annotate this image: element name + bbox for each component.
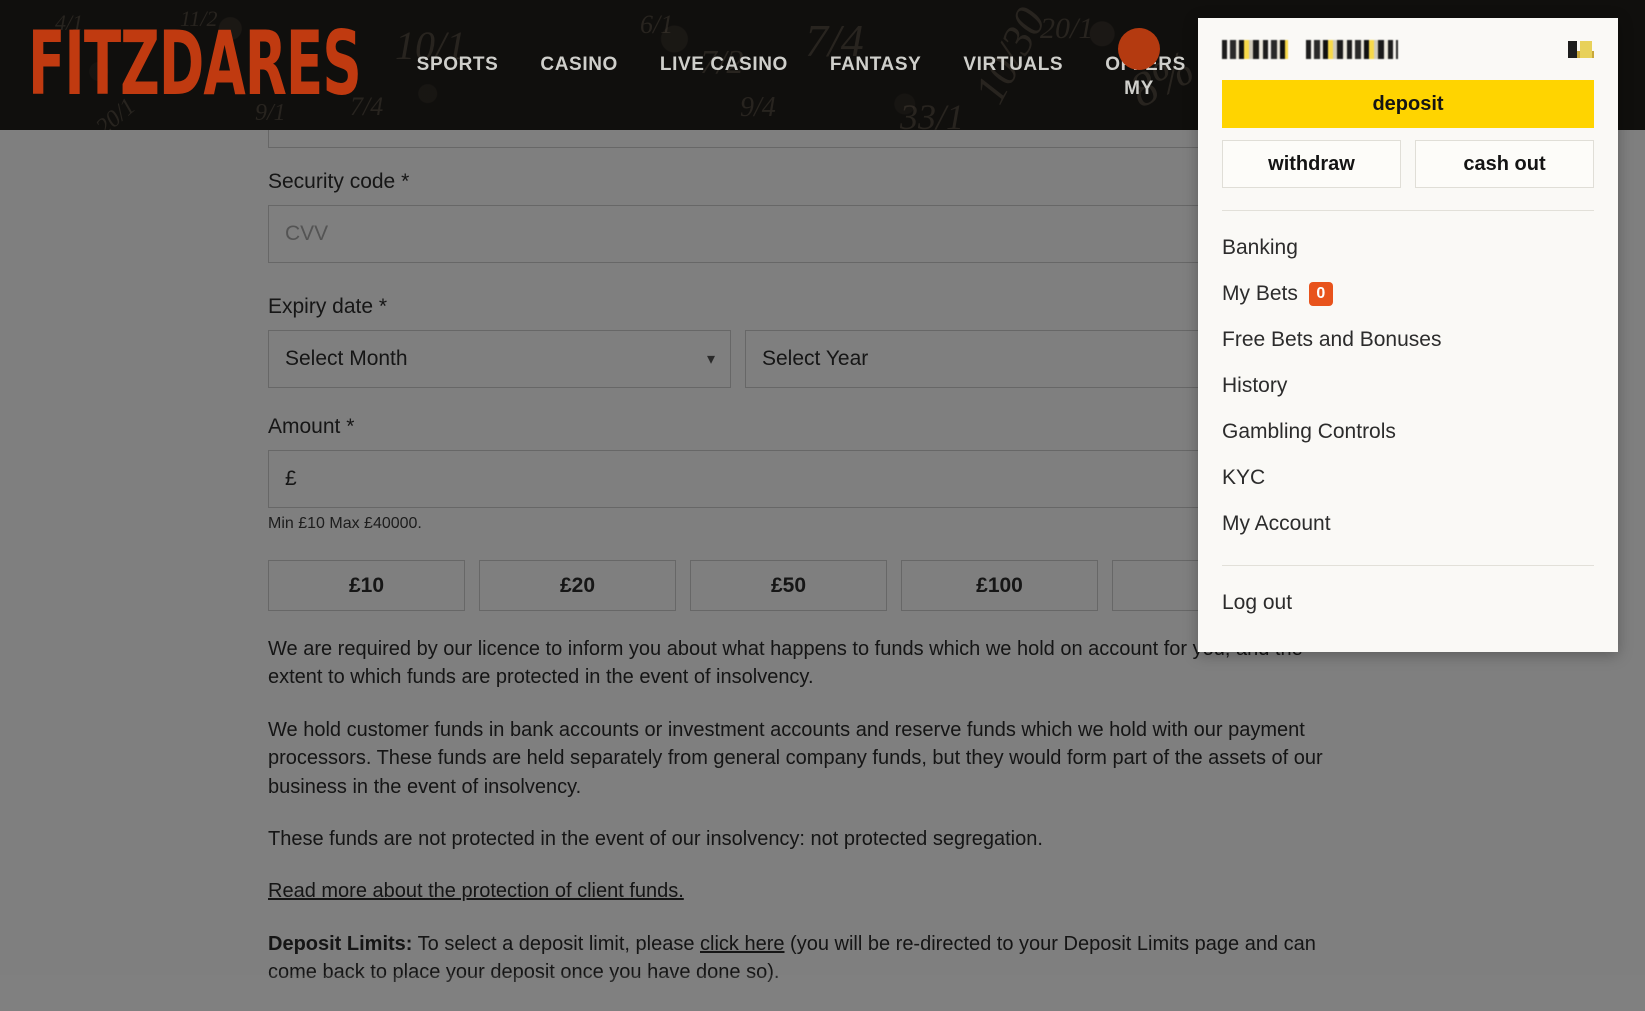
nav-item-casino[interactable]: CASINO [540, 54, 618, 76]
cash-out-button[interactable]: cash out [1415, 140, 1594, 188]
avatar[interactable] [1118, 28, 1160, 70]
account-identity [1222, 40, 1398, 59]
withdraw-button[interactable]: withdraw [1222, 140, 1401, 188]
account-nav-cluster[interactable]: MY [1118, 28, 1160, 100]
redacted-icon[interactable] [1568, 41, 1594, 58]
withdraw-cashout-row: withdraw cash out [1222, 140, 1594, 188]
fitzdares-logo[interactable]: FITZDARES [28, 21, 361, 109]
panel-item-label: Free Bets and Bonuses [1222, 328, 1441, 352]
panel-item-free-bets-and-bonuses[interactable]: Free Bets and Bonuses [1222, 317, 1594, 363]
panel-item-gambling-controls[interactable]: Gambling Controls [1222, 409, 1594, 455]
panel-item-label: My Account [1222, 512, 1331, 536]
panel-item-label: Gambling Controls [1222, 420, 1396, 444]
page-root: Security code * CVV Expiry date * Select… [0, 0, 1645, 975]
panel-item-label: Banking [1222, 236, 1298, 260]
panel-item-my-bets[interactable]: My Bets 0 [1222, 271, 1594, 317]
panel-divider-bottom [1222, 565, 1594, 566]
balance-redacted [1306, 40, 1398, 59]
panel-item-history[interactable]: History [1222, 363, 1594, 409]
username-redacted [1222, 40, 1288, 59]
panel-item-label: My Bets [1222, 282, 1298, 306]
panel-item-label: KYC [1222, 466, 1265, 490]
panel-divider-top [1222, 210, 1594, 211]
main-nav: FITZDARES SPORTS CASINO LIVE CASINO FANT… [0, 0, 1186, 130]
panel-item-label: Log out [1222, 591, 1292, 615]
panel-item-log-out[interactable]: Log out [1222, 580, 1594, 626]
nav-item-fantasy[interactable]: FANTASY [830, 54, 921, 76]
nav-item-live-casino[interactable]: LIVE CASINO [660, 54, 788, 76]
my-bets-badge: 0 [1309, 282, 1333, 306]
account-dropdown-panel: deposit withdraw cash out Banking My Bet… [1198, 18, 1618, 652]
account-panel-header [1222, 18, 1594, 80]
nav-item-virtuals[interactable]: VIRTUALS [963, 54, 1063, 76]
nav-item-my-account[interactable]: MY [1124, 78, 1154, 100]
panel-item-banking[interactable]: Banking [1222, 225, 1594, 271]
panel-item-my-account[interactable]: My Account [1222, 501, 1594, 547]
panel-item-kyc[interactable]: KYC [1222, 455, 1594, 501]
nav-item-sports[interactable]: SPORTS [417, 54, 499, 76]
panel-item-label: History [1222, 374, 1287, 398]
deposit-button[interactable]: deposit [1222, 80, 1594, 128]
